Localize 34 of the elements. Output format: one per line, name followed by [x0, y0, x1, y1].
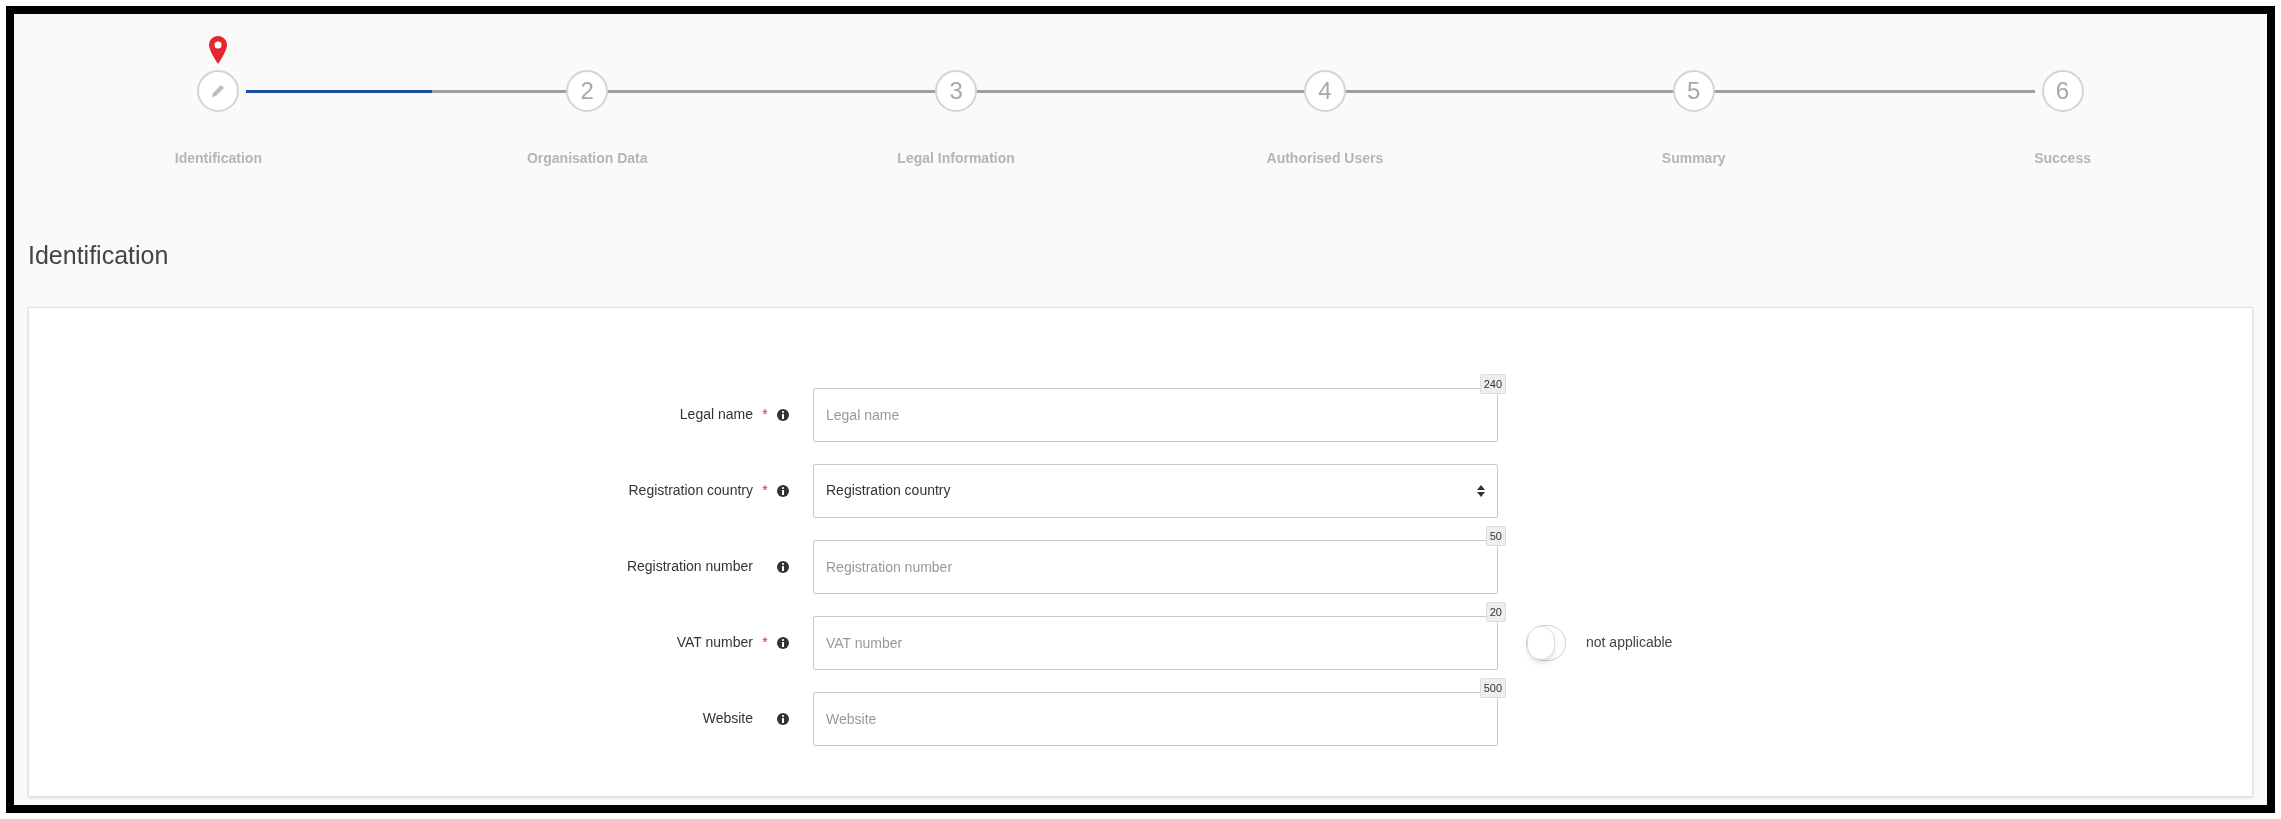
field-label: Registration country: [628, 481, 753, 500]
text-input[interactable]: Website: [813, 691, 1498, 746]
info-icon[interactable]: [777, 408, 789, 421]
location-pin-icon: [209, 36, 228, 64]
step-label: Organisation Data: [526, 149, 648, 168]
pencil-icon: [210, 83, 227, 99]
step-label: Success: [2034, 149, 2091, 168]
field-label: VAT number: [676, 633, 753, 652]
character-counter: 20: [1485, 601, 1506, 622]
info-icon[interactable]: [777, 636, 789, 649]
sort-caret-icon: [1477, 484, 1485, 497]
text-input[interactable]: Registration number: [813, 539, 1498, 594]
required-mark: *: [762, 633, 768, 652]
text-input[interactable]: Legal name: [813, 387, 1498, 442]
character-counter: 500: [1479, 677, 1506, 698]
toggle-switch[interactable]: [1526, 624, 1566, 661]
step-label: Identification: [174, 149, 262, 168]
info-icon[interactable]: [777, 560, 789, 573]
step-label: Summary: [1661, 149, 1726, 168]
step-label: Authorised Users: [1266, 149, 1384, 168]
text-input[interactable]: VAT number: [813, 615, 1498, 670]
required-mark: *: [762, 481, 768, 500]
field-label: Website: [702, 709, 753, 728]
info-icon[interactable]: [777, 712, 789, 725]
field-label: Legal name: [679, 405, 753, 424]
character-counter: 240: [1479, 373, 1506, 394]
section-title: Identification: [28, 240, 169, 271]
required-mark: *: [762, 405, 768, 424]
toggle-label: not applicable: [1586, 633, 1673, 652]
step-label: Legal Information: [897, 149, 1015, 168]
info-icon[interactable]: [777, 484, 789, 497]
character-counter: 50: [1485, 525, 1506, 546]
field-label: Registration number: [626, 557, 753, 576]
country-select[interactable]: Registration country: [813, 463, 1498, 518]
